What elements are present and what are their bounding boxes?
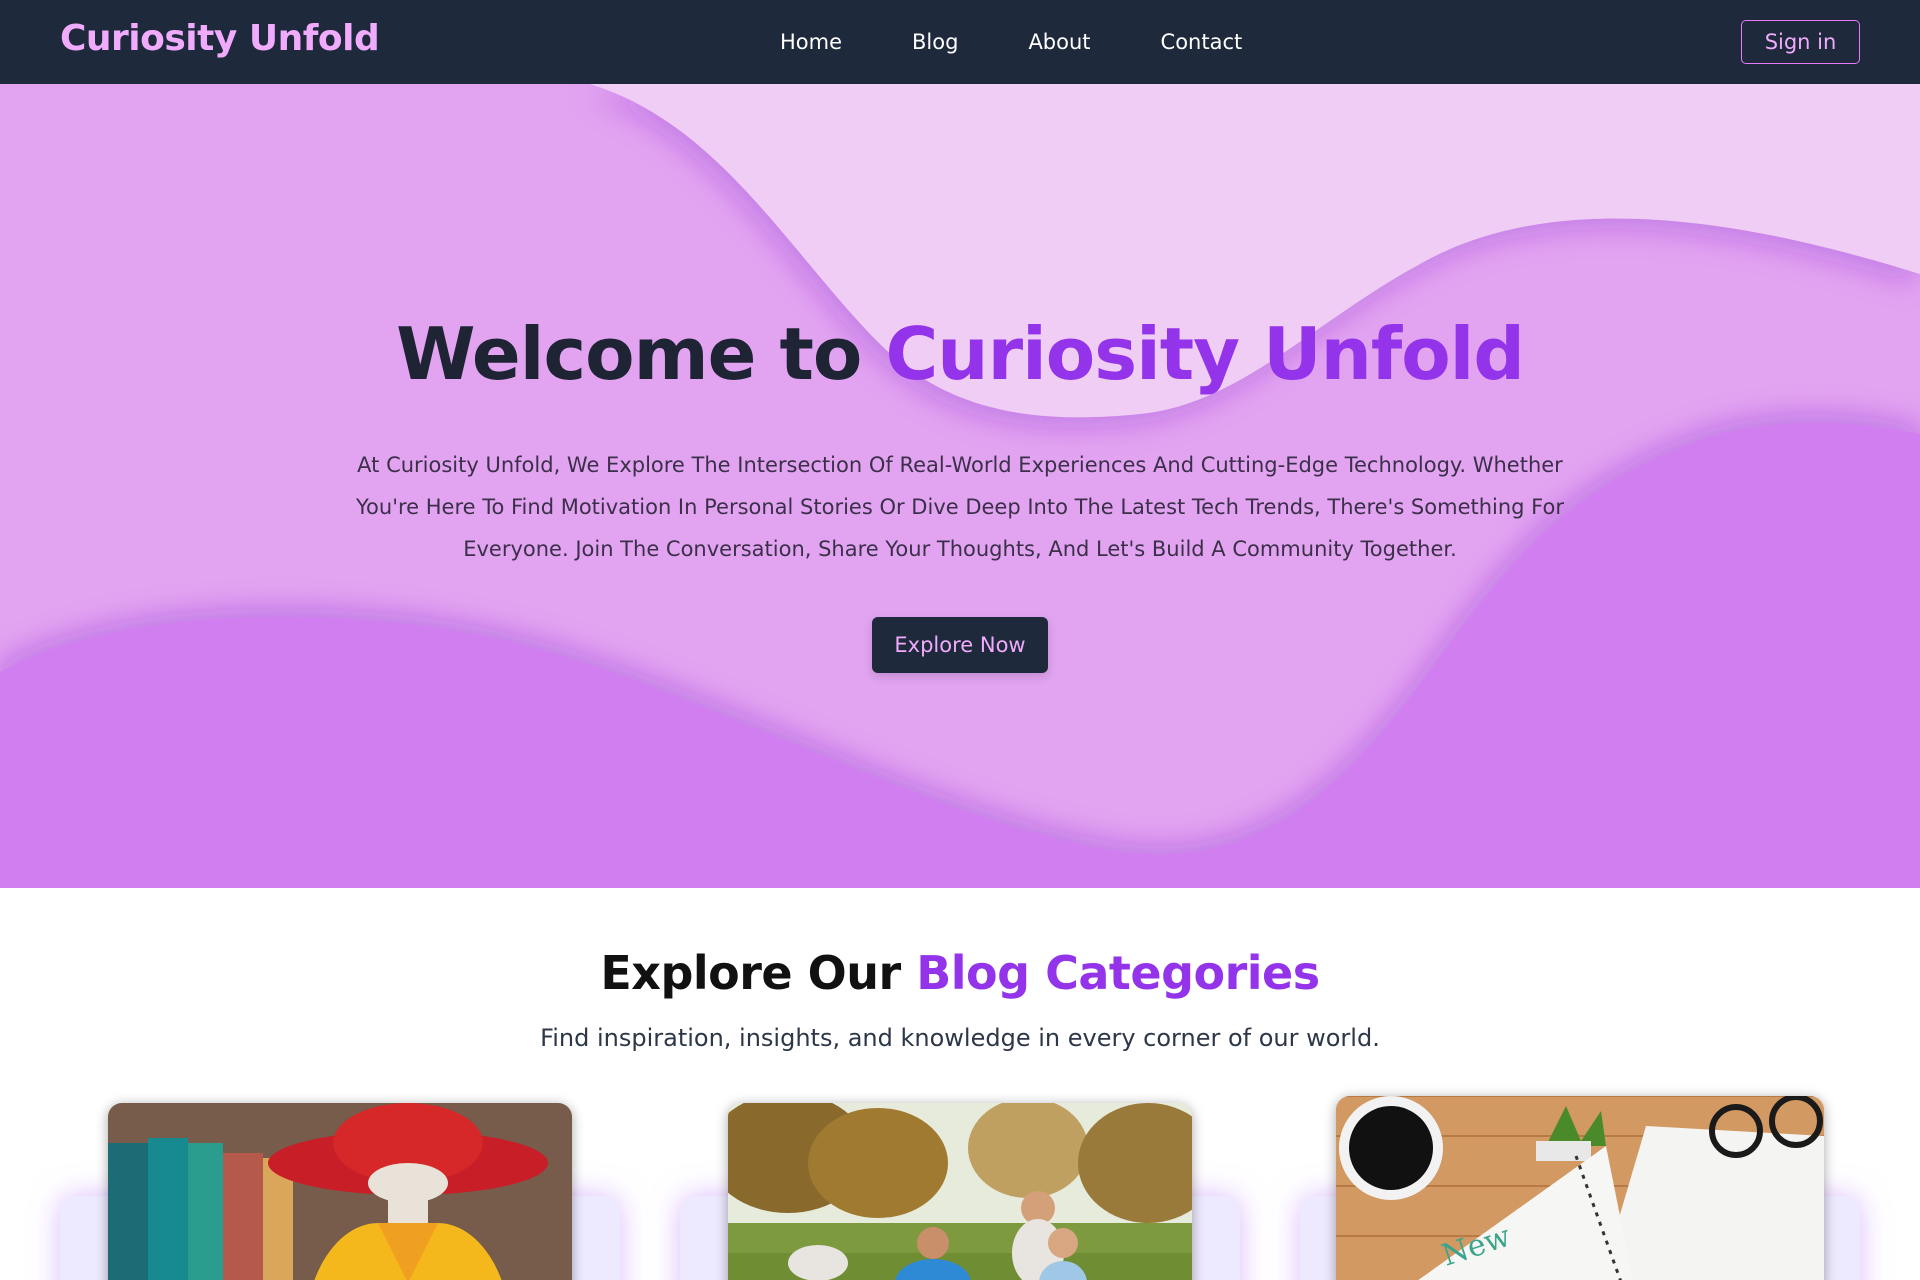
category-card-notebook[interactable]: New (1300, 1090, 1880, 1280)
categories-title-accent: Blog Categories (916, 946, 1320, 1000)
categories-title-main: Explore Our (600, 946, 917, 1000)
category-card-fashion[interactable] (60, 1090, 640, 1280)
nav-links: Home Blog About Contact (780, 0, 1312, 84)
hero-content: Welcome to Curiosity Unfold At Curiosity… (0, 84, 1920, 888)
nav-link-home[interactable]: Home (780, 30, 842, 54)
hero-description: At Curiosity Unfold, We Explore The Inte… (356, 453, 1564, 561)
card-image-fashion (108, 1103, 572, 1280)
card-image-family (728, 1103, 1192, 1280)
brand-logo[interactable]: Curiosity Unfold (60, 18, 380, 59)
card-image-notebook: New (1336, 1096, 1824, 1280)
nav-link-contact[interactable]: Contact (1161, 30, 1243, 54)
categories-title: Explore Our Blog Categories (0, 946, 1920, 1000)
category-card-family[interactable] (680, 1090, 1260, 1280)
explore-now-button[interactable]: Explore Now (872, 617, 1048, 673)
hero-title: Welcome to Curiosity Unfold (0, 312, 1920, 396)
sign-in-button[interactable]: Sign in (1741, 20, 1860, 64)
hero-title-main: Welcome to (396, 312, 886, 396)
hero-title-accent: Curiosity Unfold (885, 312, 1524, 396)
hero-section: Welcome to Curiosity Unfold At Curiosity… (0, 84, 1920, 888)
nav-link-about[interactable]: About (1028, 30, 1090, 54)
categories-subtitle: Find inspiration, insights, and knowledg… (540, 1024, 1380, 1052)
top-navbar: Curiosity Unfold Home Blog About Contact… (0, 0, 1920, 84)
nav-link-blog[interactable]: Blog (912, 30, 958, 54)
